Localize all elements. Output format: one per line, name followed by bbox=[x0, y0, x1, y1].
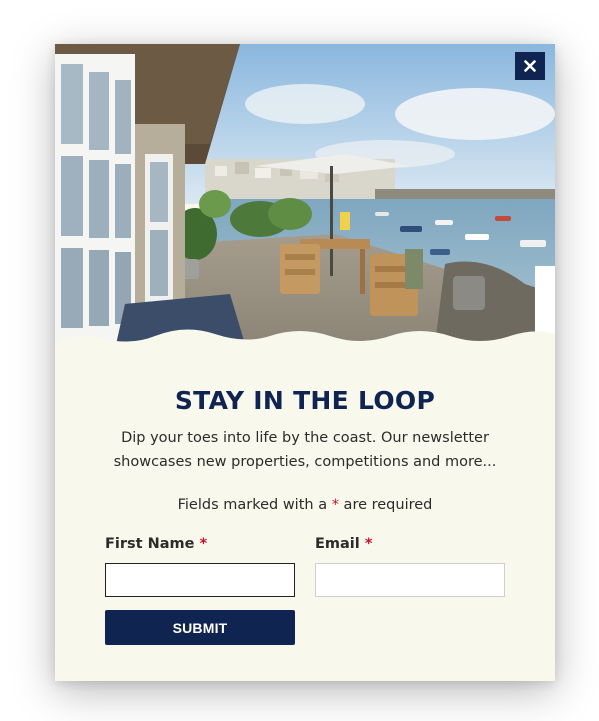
required-asterisk: * bbox=[331, 497, 339, 513]
hero-image bbox=[55, 44, 555, 354]
close-button[interactable] bbox=[515, 52, 545, 80]
required-note-suffix: are required bbox=[338, 497, 433, 513]
first-name-label-text: First Name bbox=[105, 536, 195, 552]
required-note: Fields marked with a * are required bbox=[55, 494, 555, 516]
email-input[interactable] bbox=[315, 563, 505, 597]
newsletter-popup: STAY IN THE LOOP Dip your toes into life… bbox=[55, 44, 555, 681]
first-name-label: First Name * bbox=[105, 534, 295, 554]
first-name-input[interactable] bbox=[105, 563, 295, 597]
email-required-asterisk: * bbox=[364, 536, 373, 552]
email-label: Email * bbox=[315, 534, 505, 554]
popup-content: STAY IN THE LOOP Dip your toes into life… bbox=[55, 380, 555, 645]
required-note-prefix: Fields marked with a bbox=[177, 497, 332, 513]
popup-title: STAY IN THE LOOP bbox=[174, 386, 436, 415]
email-field: Email * bbox=[315, 534, 505, 597]
submit-button[interactable]: SUBMIT bbox=[105, 610, 295, 645]
close-icon bbox=[524, 60, 536, 72]
popup-description: Dip your toes into life by the coast. Ou… bbox=[113, 430, 497, 470]
email-label-text: Email bbox=[315, 536, 360, 552]
first-name-field: First Name * bbox=[105, 534, 295, 597]
first-name-required-asterisk: * bbox=[199, 536, 208, 552]
